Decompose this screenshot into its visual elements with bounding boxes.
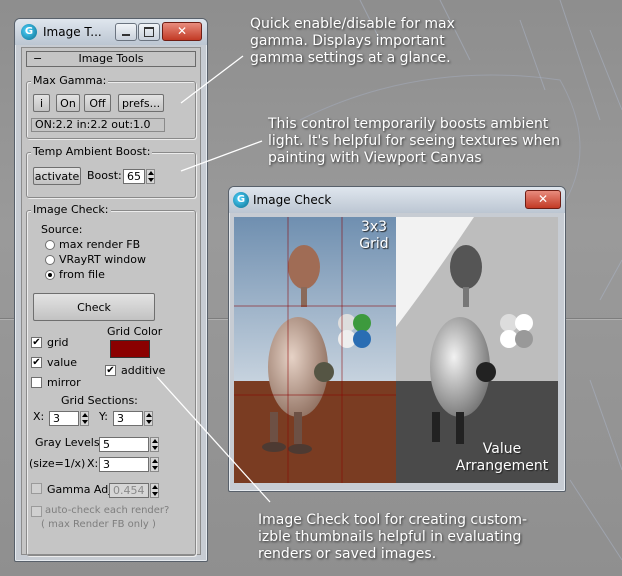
annotation-line: This control temporarily boosts ambient bbox=[268, 116, 549, 132]
annotation-line: Image Check tool for creating custom- bbox=[258, 512, 528, 528]
annotation-line: gamma. Displays important bbox=[250, 33, 445, 49]
callout-line-ambient bbox=[180, 140, 263, 172]
annotation-line: Quick enable/disable for max bbox=[250, 16, 455, 32]
annotation-line: painting with Viewport Canvas bbox=[268, 150, 482, 166]
annotation-image-check: Image Check tool for creating custom- iz… bbox=[258, 512, 527, 563]
callout-line-gamma bbox=[180, 55, 244, 104]
annotation-line: light. It's helpful for seeing textures … bbox=[268, 133, 560, 149]
annotation-line: renders or saved images. bbox=[258, 546, 437, 562]
annotation-gamma: Quick enable/disable for max gamma. Disp… bbox=[250, 16, 455, 67]
annotation-line: gamma settings at a glance. bbox=[250, 50, 451, 66]
callout-line-image-check bbox=[156, 376, 271, 503]
callout-lines bbox=[156, 55, 271, 503]
annotation-ambient: This control temporarily boosts ambient … bbox=[268, 116, 560, 167]
annotation-line: izble thumbnails helpful in evaluating bbox=[258, 529, 522, 545]
